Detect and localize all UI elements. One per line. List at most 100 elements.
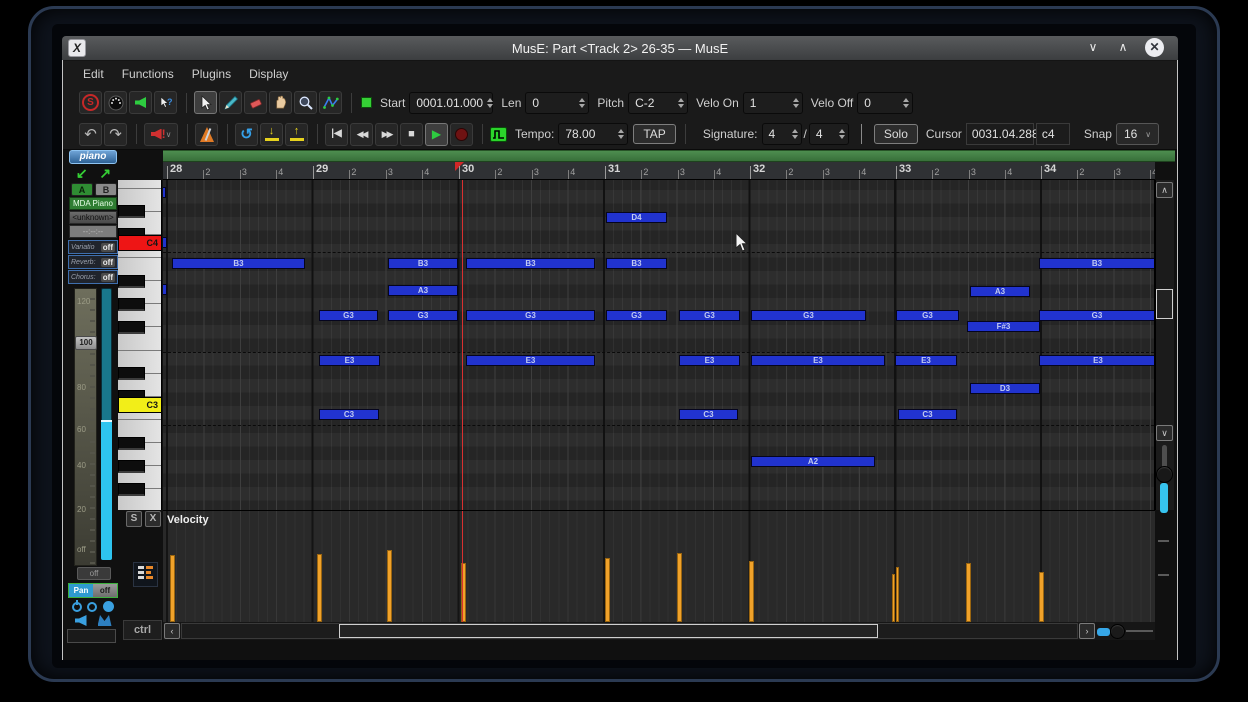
speaker-feedback-button[interactable] bbox=[129, 91, 152, 114]
velocity-bar[interactable] bbox=[896, 567, 899, 622]
midi-note[interactable]: G3 bbox=[1039, 310, 1154, 321]
forward-button[interactable]: ▶▶ bbox=[375, 122, 398, 146]
arrow-down-left-icon[interactable]: ↙ bbox=[76, 166, 88, 180]
horizontal-scroll-thumb[interactable] bbox=[339, 624, 878, 638]
velocity-bar[interactable] bbox=[892, 574, 895, 622]
solo-toggle-button[interactable]: S bbox=[79, 91, 102, 114]
pan-control[interactable]: Pan off bbox=[68, 583, 118, 598]
midi-note[interactable]: G3 bbox=[466, 310, 595, 321]
scroll-right-icon[interactable]: › bbox=[1079, 623, 1095, 639]
piano-key-black[interactable] bbox=[118, 459, 145, 473]
spin-arrows-icon[interactable] bbox=[678, 97, 685, 109]
note-canvas[interactable]: D4 B3 B3 B3 B3 B3 A3 A3 G3 G3 G3 G3 G3 G3 G3 G3 F#3 E3 E3 E… bbox=[163, 180, 1155, 510]
midi-note[interactable]: A2 bbox=[751, 456, 875, 467]
window-titlebar[interactable]: X MusE: Part <Track 2> 26-35 — MusE ∨ ∧ … bbox=[62, 36, 1178, 60]
meter-off-button[interactable]: off bbox=[77, 567, 111, 580]
draw-line-tool-button[interactable] bbox=[319, 91, 342, 114]
velocity-bar[interactable] bbox=[387, 550, 392, 622]
ctrl-close-button[interactable]: X bbox=[145, 511, 161, 527]
piano-key-f4[interactable] bbox=[118, 180, 161, 189]
window-maximize-icon[interactable]: ∧ bbox=[1114, 40, 1132, 56]
solo-button[interactable]: Solo bbox=[873, 124, 918, 144]
velocity-bar[interactable] bbox=[677, 553, 682, 622]
midi-note[interactable]: E3 bbox=[895, 355, 957, 366]
pencil-tool-button[interactable] bbox=[219, 91, 242, 114]
midi-note[interactable]: D3 bbox=[970, 383, 1040, 394]
punch-out-button[interactable]: ↑ bbox=[285, 122, 308, 146]
spin-arrows-icon[interactable] bbox=[618, 128, 625, 140]
velocity-scale-slider[interactable]: 120 80 60 40 20 off 100 bbox=[74, 288, 97, 566]
midi-note[interactable]: B3 bbox=[606, 258, 667, 269]
port-name-button[interactable]: <unknown> bbox=[69, 211, 117, 224]
piano-key-black[interactable] bbox=[118, 205, 145, 219]
vertical-scroll-thumb[interactable] bbox=[1156, 289, 1173, 319]
reverb-control[interactable]: Reverb: off bbox=[68, 255, 118, 269]
velocity-bar[interactable] bbox=[170, 555, 175, 622]
midi-note[interactable]: B3 bbox=[388, 258, 458, 269]
undo-button[interactable]: ↶ bbox=[79, 122, 102, 146]
length-spinbox[interactable]: 0 bbox=[525, 91, 590, 114]
velocity-bar[interactable] bbox=[966, 563, 971, 622]
start-position-spinbox[interactable]: 0001.01.000 bbox=[409, 91, 494, 114]
scroll-up-icon[interactable]: ∧ bbox=[1156, 182, 1173, 198]
eraser-tool-button[interactable] bbox=[244, 91, 267, 114]
snap-dropdown[interactable]: 16 ∨ bbox=[1115, 123, 1160, 145]
redo-button[interactable]: ↷ bbox=[104, 122, 127, 146]
pan-tool-button[interactable] bbox=[269, 91, 292, 114]
piano-key-black[interactable] bbox=[118, 320, 145, 334]
chorus-control[interactable]: Chorus: off bbox=[68, 270, 118, 284]
midi-note[interactable]: B3 bbox=[172, 258, 305, 269]
midi-note[interactable]: G3 bbox=[606, 310, 667, 321]
stop-button[interactable]: ■ bbox=[400, 122, 423, 146]
horizontal-zoom-knob[interactable] bbox=[1110, 624, 1125, 639]
midi-note[interactable]: G3 bbox=[388, 310, 458, 321]
signature-denominator-spinbox[interactable]: 4 bbox=[808, 123, 849, 145]
variation-control[interactable]: Variatio off bbox=[68, 240, 118, 254]
ctrl-pane-button[interactable]: ctrl bbox=[123, 620, 162, 640]
meter-scale-handle[interactable]: 100 bbox=[75, 336, 97, 350]
midi-note[interactable]: E3 bbox=[1039, 355, 1154, 366]
pitch-spinbox[interactable]: C-2 bbox=[628, 91, 689, 114]
midi-through-button[interactable] bbox=[104, 91, 127, 114]
piano-key-c4-highlight[interactable]: C4 bbox=[118, 235, 161, 251]
midi-note[interactable]: D4 bbox=[606, 212, 667, 223]
midi-note[interactable]: G3 bbox=[751, 310, 866, 321]
scroll-down-icon[interactable]: ∨ bbox=[1156, 425, 1173, 441]
horizontal-zoom-track[interactable] bbox=[1126, 630, 1153, 632]
tab-piano[interactable]: piano bbox=[69, 150, 117, 164]
window-minimize-icon[interactable]: ∨ bbox=[1084, 40, 1102, 56]
piano-key-black[interactable] bbox=[118, 367, 145, 381]
velocity-on-spinbox[interactable]: 1 bbox=[742, 91, 803, 114]
midi-note[interactable]: A3 bbox=[388, 285, 458, 296]
midi-note[interactable]: E3 bbox=[466, 355, 595, 366]
zoom-tool-button[interactable] bbox=[294, 91, 317, 114]
menu-edit[interactable]: Edit bbox=[83, 67, 104, 81]
midi-note[interactable]: G3 bbox=[679, 310, 740, 321]
ring-icon[interactable] bbox=[87, 601, 98, 612]
loop-button[interactable]: ↺ bbox=[235, 122, 258, 146]
metronome-button[interactable] bbox=[195, 122, 218, 146]
midi-note[interactable]: B3 bbox=[466, 258, 595, 269]
midi-note[interactable]: G3 bbox=[319, 310, 378, 321]
vertical-zoom-knob[interactable] bbox=[1156, 466, 1173, 483]
track-comment-field[interactable] bbox=[67, 629, 116, 643]
tap-tempo-button[interactable]: TAP bbox=[633, 124, 676, 144]
midi-note[interactable]: B3 bbox=[1039, 258, 1154, 269]
velocity-bar[interactable] bbox=[317, 554, 322, 622]
record-button[interactable] bbox=[450, 122, 473, 146]
step-record-icon[interactable] bbox=[361, 97, 372, 108]
menu-functions[interactable]: Functions bbox=[122, 67, 174, 81]
timeline-ruler[interactable]: 28234292343023431234322343323434234 bbox=[163, 162, 1155, 180]
record-enable-icon[interactable] bbox=[103, 601, 115, 612]
velocity-bar[interactable] bbox=[1039, 572, 1044, 622]
midi-note[interactable]: C3 bbox=[679, 409, 738, 420]
midi-note[interactable]: C3 bbox=[319, 409, 379, 420]
midi-note[interactable] bbox=[163, 187, 166, 198]
spin-arrows-icon[interactable] bbox=[791, 128, 798, 140]
velocity-bar[interactable] bbox=[749, 561, 754, 622]
power-icon[interactable] bbox=[71, 599, 82, 612]
goto-start-button[interactable]: |◀ bbox=[325, 122, 348, 146]
spin-arrows-icon[interactable] bbox=[579, 97, 586, 109]
piano-keyboard[interactable]: C4 C3 bbox=[118, 180, 162, 510]
monitor-speaker-icon[interactable] bbox=[74, 615, 87, 626]
